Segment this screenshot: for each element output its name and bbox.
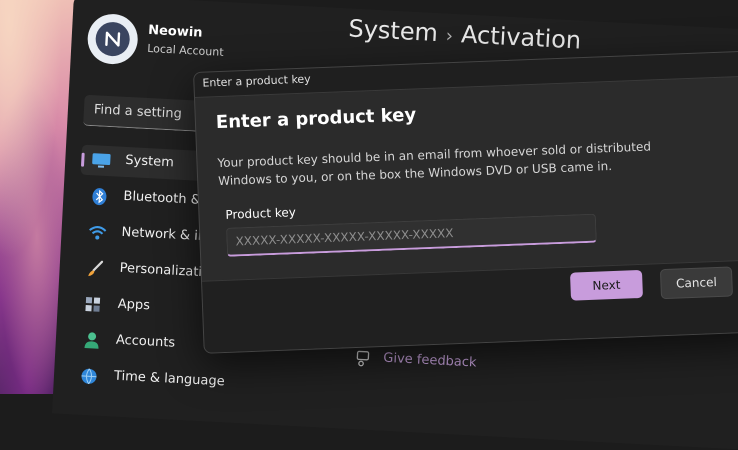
product-key-label: Product key: [225, 205, 297, 222]
user-name: Neowin: [147, 22, 203, 41]
neowin-logo-icon: [94, 21, 131, 57]
brush-icon: [85, 259, 106, 278]
product-key-input[interactable]: [227, 214, 596, 255]
sidebar-item-label: Apps: [117, 296, 151, 314]
sidebar-item-time-language[interactable]: Time & language: [69, 360, 330, 404]
feedback-label: Give feedback: [382, 350, 477, 371]
wifi-icon: [87, 223, 108, 242]
person-icon: [81, 331, 102, 350]
feedback-icon: [355, 349, 374, 372]
sidebar-item-label: Accounts: [115, 332, 176, 351]
dialog-description: Your product key should be in an email f…: [217, 139, 652, 189]
apps-icon: [83, 295, 104, 314]
sidebar-item-label: System: [124, 152, 175, 171]
account-type: Local Account: [146, 41, 224, 59]
sidebar-item-label: Network & in: [121, 224, 207, 245]
search-placeholder: Find a setting: [93, 102, 183, 122]
globe-clock-icon: [80, 367, 101, 386]
dialog-window-title: Enter a product key: [202, 72, 311, 90]
sidebar-item-label: Time & language: [113, 368, 226, 390]
dialog-heading: Enter a product key: [215, 104, 417, 134]
sidebar-item-label: Bluetooth &: [123, 188, 202, 208]
sidebar-item-label: Personalizati: [119, 260, 203, 281]
monitor-icon: [91, 151, 112, 170]
product-key-dialog: Enter a product key Enter a product key …: [193, 50, 738, 354]
avatar[interactable]: [86, 12, 139, 66]
page-title: Activation: [460, 20, 582, 55]
breadcrumb-system[interactable]: System: [348, 14, 439, 47]
next-button[interactable]: Next: [569, 269, 644, 301]
cancel-button[interactable]: Cancel: [659, 266, 734, 300]
breadcrumb: System › Activation: [348, 14, 582, 54]
product-key-field-container: [226, 213, 597, 257]
breadcrumb-separator: ›: [445, 25, 454, 47]
bluetooth-icon: [89, 187, 110, 206]
